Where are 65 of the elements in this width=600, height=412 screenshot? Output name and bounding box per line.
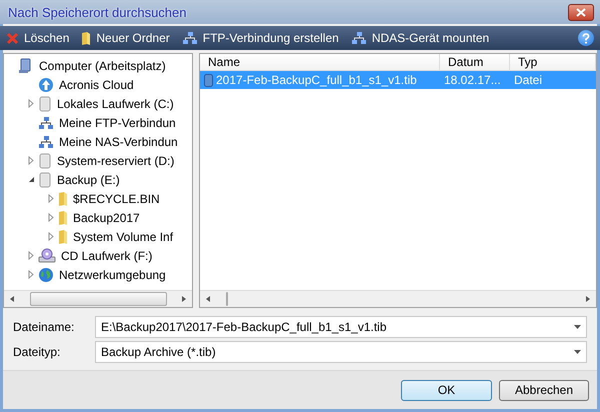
field-label: Dateityp:	[13, 345, 62, 359]
tree-item[interactable]: Lokales Laufwerk (C:)	[57, 96, 174, 110]
close-icon	[6, 32, 19, 44]
combo-field[interactable]: E:\Backup2017\2017-Feb-BackupC_full_b1_s1_v1.tib	[95, 316, 587, 338]
tree-item[interactable]: Backup (E:)	[57, 172, 120, 186]
drive-icon	[38, 96, 52, 112]
left-arrow-icon[interactable]	[8, 295, 16, 303]
upload-icon	[38, 76, 54, 92]
file-name: 2017-Feb-BackupC_full_b1_s1_v1.tib	[216, 73, 417, 87]
collapsed-arrow-icon[interactable]	[28, 270, 34, 279]
right-arrow-icon[interactable]	[180, 295, 188, 303]
help-button[interactable]	[578, 30, 594, 46]
close-button[interactable]	[568, 4, 594, 20]
network-icon	[38, 116, 54, 130]
globe-icon	[38, 266, 54, 282]
dropdown-arrow-icon[interactable]	[574, 350, 581, 354]
right-arrow-icon[interactable]	[584, 295, 592, 303]
cd-drive-icon	[38, 248, 56, 264]
collapsed-arrow-icon[interactable]	[28, 99, 34, 108]
toolbar-button[interactable]: Neuer Ordner	[81, 30, 170, 46]
tree-item[interactable]: Backup2017	[73, 210, 140, 224]
expanded-arrow-icon[interactable]	[28, 176, 34, 183]
archive-icon	[204, 74, 213, 86]
ok-button[interactable]: OK	[401, 380, 492, 400]
folder-icon	[58, 228, 68, 244]
window-title: Nach Speicherort durchsuchen	[8, 4, 186, 20]
collapsed-arrow-icon[interactable]	[28, 251, 34, 260]
left-arrow-icon[interactable]	[204, 295, 212, 303]
type-cell-text: Datei	[513, 73, 544, 87]
date-cell-text: 18.02.17...	[443, 73, 502, 87]
column-header[interactable]: Name	[200, 54, 440, 71]
tree-item[interactable]: System Volume Inf	[73, 230, 174, 244]
collapsed-arrow-icon[interactable]	[48, 232, 54, 241]
horizontal-scrollbar[interactable]	[4, 290, 192, 307]
tree-item[interactable]: Computer (Arbeitsplatz)	[39, 58, 166, 72]
column-header[interactable]: Typ	[510, 54, 596, 71]
tree-item[interactable]: System-reserviert (D:)	[57, 154, 174, 168]
drive-icon	[38, 152, 52, 168]
network-icon	[38, 134, 54, 148]
horizontal-scrollbar[interactable]	[200, 290, 596, 307]
question-mark-icon	[582, 32, 590, 44]
close-icon	[576, 8, 586, 16]
folder-icon	[81, 30, 92, 46]
combo-field[interactable]: Backup Archive (*.tib)	[95, 341, 587, 363]
collapsed-arrow-icon[interactable]	[28, 156, 34, 165]
tree-item[interactable]: Meine NAS-Verbindun	[59, 134, 178, 148]
field-label: Dateiname:	[13, 320, 76, 334]
cancel-button[interactable]: Abbrechen	[499, 380, 589, 400]
dropdown-arrow-icon[interactable]	[574, 325, 581, 329]
toolbar-button[interactable]: NDAS-Gerät mounten	[350, 31, 490, 45]
tree-item[interactable]: CD Laufwerk (F:)	[61, 248, 152, 262]
tree-item[interactable]: Acronis Cloud	[59, 78, 134, 92]
drive-icon	[38, 172, 52, 188]
column-header[interactable]: Datum	[440, 54, 510, 71]
tree-item[interactable]: Netzwerkumgebung	[59, 268, 166, 282]
network-icon	[350, 31, 367, 45]
folder-icon	[58, 210, 68, 226]
folder-icon	[58, 190, 68, 206]
tree-item[interactable]: $RECYCLE.BIN	[73, 192, 160, 206]
network-icon	[182, 31, 198, 45]
tree-item[interactable]: Meine FTP-Verbindun	[59, 116, 176, 130]
collapsed-arrow-icon[interactable]	[48, 194, 54, 203]
toolbar-button[interactable]: Löschen	[6, 31, 70, 45]
collapsed-arrow-icon[interactable]	[48, 213, 54, 222]
toolbar-button[interactable]: FTP-Verbindung erstellen	[182, 31, 339, 45]
